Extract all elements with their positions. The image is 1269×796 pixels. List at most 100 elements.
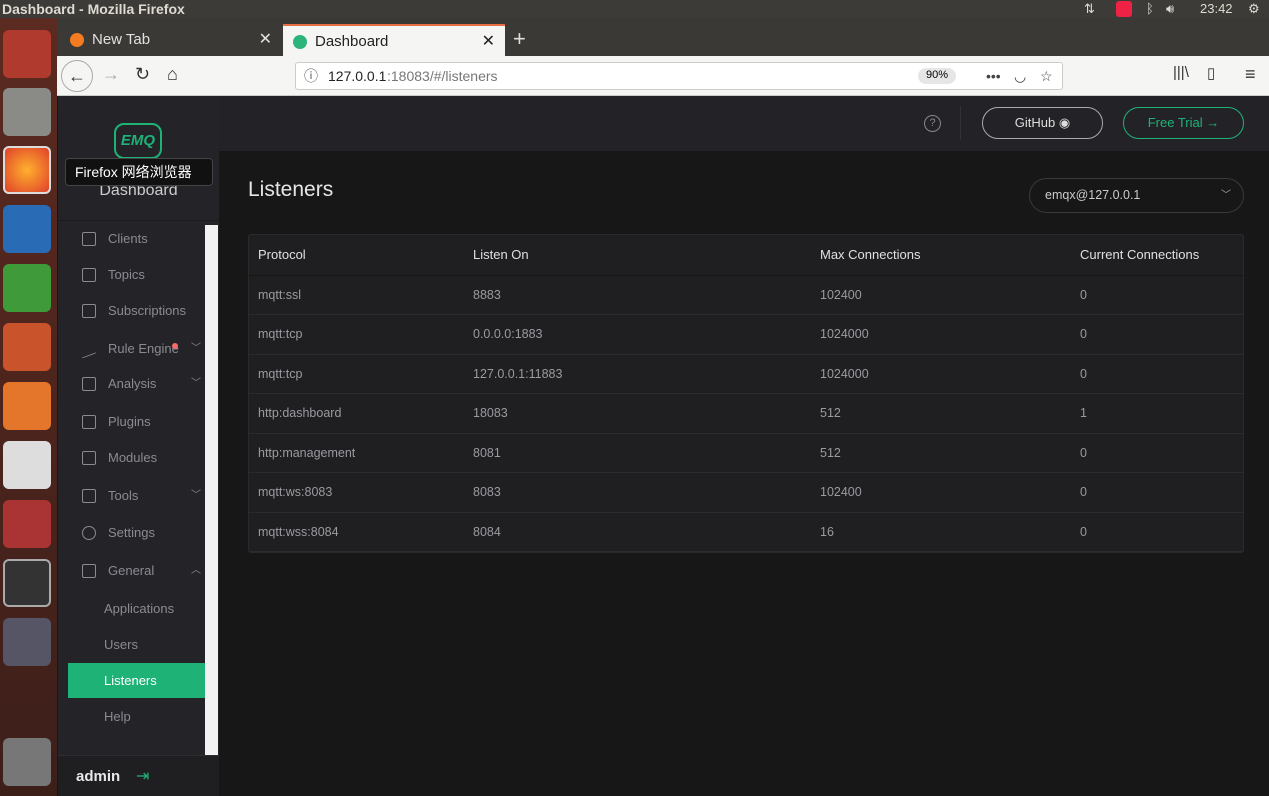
table-cell: 0 bbox=[1071, 314, 1243, 355]
rule-engine-icon bbox=[82, 339, 96, 359]
table-cell: mqtt:wss:8084 bbox=[249, 512, 464, 552]
power-gear-icon[interactable]: ⚙ bbox=[1248, 0, 1260, 18]
impress-icon[interactable] bbox=[3, 323, 51, 371]
pocket-icon[interactable]: ◡ bbox=[1014, 63, 1026, 89]
url-bar[interactable]: ⓘ 127.0.0.1 :18083/#/listeners 90% ••• ◡… bbox=[295, 62, 1063, 90]
page-title: Listeners bbox=[248, 178, 334, 201]
free-trial-button[interactable]: Free Trial → bbox=[1123, 107, 1244, 139]
emq-logo: EMQ bbox=[114, 123, 162, 159]
table-cell: 8883 bbox=[464, 275, 811, 315]
analysis-icon bbox=[82, 377, 96, 391]
table-cell: mqtt:ssl bbox=[249, 275, 464, 315]
zoom-level[interactable]: 90% bbox=[918, 68, 957, 84]
hamburger-menu-icon[interactable]: ≡ bbox=[1245, 64, 1256, 85]
ubuntu-launcher bbox=[0, 18, 57, 796]
system-settings-icon[interactable] bbox=[3, 500, 51, 548]
forward-icon[interactable]: → bbox=[102, 64, 120, 85]
sidebar-item-plugins[interactable]: Plugins bbox=[58, 405, 205, 439]
bluetooth-icon[interactable]: ᛒ bbox=[1146, 0, 1154, 18]
files-icon[interactable] bbox=[3, 88, 51, 136]
bookmark-star-icon[interactable]: ☆ bbox=[1040, 63, 1053, 89]
back-icon[interactable]: ← bbox=[61, 60, 93, 92]
node-select[interactable]: emqx@127.0.0.1 ﹀ bbox=[1029, 178, 1244, 213]
column-header[interactable]: Max Connections bbox=[811, 235, 1071, 276]
table-cell: 1024000 bbox=[811, 314, 1071, 355]
chevron-down-icon: ﹀ bbox=[1221, 190, 1231, 201]
table-row: mqtt:tcp 0.0.0.0:1883 1024000 0 bbox=[249, 314, 1243, 355]
logout-icon[interactable]: ⇥ bbox=[136, 766, 149, 786]
clock[interactable]: 23:42 bbox=[1200, 0, 1233, 18]
column-header[interactable]: Protocol bbox=[249, 235, 464, 276]
subscriptions-icon bbox=[82, 304, 96, 318]
url-path: :18083/#/listeners bbox=[387, 68, 498, 84]
volume-icon[interactable]: 🔊︎ bbox=[1166, 0, 1174, 18]
sidebar-toggle-icon[interactable]: ▯ bbox=[1207, 64, 1215, 82]
github-button[interactable]: GitHub ◉ bbox=[982, 107, 1103, 139]
sidebar-item-rule-engine[interactable]: Rule Engine ﹀ bbox=[58, 332, 205, 366]
column-header[interactable]: Listen On bbox=[464, 235, 811, 276]
table-cell: 16 bbox=[811, 512, 1071, 552]
table-cell: mqtt:tcp bbox=[249, 314, 464, 355]
software-center-icon[interactable] bbox=[3, 382, 51, 430]
sidebar-subitem-users[interactable]: Users bbox=[68, 627, 205, 662]
notification-badge bbox=[172, 343, 178, 349]
table-cell: 0 bbox=[1071, 472, 1243, 513]
amazon-icon[interactable] bbox=[3, 441, 51, 489]
sidebar-item-topics[interactable]: Topics bbox=[58, 258, 205, 292]
terminal-icon[interactable] bbox=[3, 559, 51, 607]
close-icon[interactable]: ✕ bbox=[482, 26, 495, 58]
firefox-icon bbox=[70, 33, 84, 47]
emq-favicon-icon bbox=[293, 35, 307, 49]
home-icon[interactable]: ⌂ bbox=[167, 64, 178, 85]
trash-icon[interactable] bbox=[3, 738, 51, 786]
sidebar-item-settings[interactable]: Settings bbox=[58, 516, 205, 550]
sidebar-item-analysis[interactable]: Analysis ﹀ bbox=[58, 367, 205, 401]
sidebar-item-clients[interactable]: Clients bbox=[58, 222, 205, 256]
table-row: mqtt:tcp 127.0.0.1:11883 1024000 0 bbox=[249, 354, 1243, 394]
table-cell: 0 bbox=[1071, 433, 1243, 473]
table-cell: 0 bbox=[1071, 275, 1243, 315]
close-icon[interactable]: ✕ bbox=[259, 24, 272, 56]
ubuntu-dash-icon[interactable] bbox=[3, 30, 51, 78]
sidebar-subitem-applications[interactable]: Applications bbox=[68, 591, 205, 626]
input-method-icon[interactable] bbox=[1116, 1, 1132, 17]
help-icon[interactable]: ? bbox=[924, 115, 941, 132]
table-row: mqtt:wss:8084 8084 16 0 bbox=[249, 512, 1243, 552]
chevron-down-icon: ﹀ bbox=[191, 490, 201, 501]
sidebar: EMQ Dashboard Clients Topics Subscriptio… bbox=[58, 96, 219, 796]
table-cell: http:dashboard bbox=[249, 393, 464, 434]
sidebar-item-modules[interactable]: Modules bbox=[58, 441, 205, 475]
sidebar-item-subscriptions[interactable]: Subscriptions bbox=[58, 294, 205, 328]
firefox-icon[interactable] bbox=[3, 146, 51, 194]
table-cell: 0 bbox=[1071, 512, 1243, 552]
reload-icon[interactable]: ↻ bbox=[135, 64, 150, 85]
sidebar-item-tools[interactable]: Tools ﹀ bbox=[58, 479, 205, 513]
sidebar-item-general[interactable]: General ︿ bbox=[58, 554, 205, 588]
general-icon bbox=[82, 564, 96, 578]
library-icon[interactable]: |||\ bbox=[1173, 64, 1189, 81]
sidebar-scrollbar[interactable] bbox=[205, 225, 218, 755]
tab-dashboard[interactable]: Dashboard ✕ bbox=[283, 24, 505, 56]
page-actions-icon[interactable]: ••• bbox=[986, 63, 1001, 89]
new-tab-plus-icon[interactable]: + bbox=[513, 26, 526, 52]
table-row: mqtt:ws:8083 8083 102400 0 bbox=[249, 472, 1243, 513]
table-row: http:management 8081 512 0 bbox=[249, 433, 1243, 473]
chevron-down-icon: ﹀ bbox=[191, 343, 201, 354]
table-cell: 8083 bbox=[464, 472, 811, 513]
column-header[interactable]: Current Connections bbox=[1071, 235, 1243, 276]
nav-bar: ← → ↻ ⌂ ⓘ 127.0.0.1 :18083/#/listeners 9… bbox=[57, 56, 1269, 96]
node-select-value: emqx@127.0.0.1 bbox=[1045, 188, 1141, 202]
calc-icon[interactable] bbox=[3, 264, 51, 312]
network-icon[interactable]: ⇅ bbox=[1084, 0, 1095, 18]
sidebar-subitem-listeners[interactable]: Listeners bbox=[68, 663, 205, 698]
plugins-icon bbox=[82, 415, 96, 429]
tab-new-tab[interactable]: New Tab ✕ bbox=[60, 24, 282, 56]
sidebar-subitem-help[interactable]: Help bbox=[68, 699, 205, 734]
updater-icon[interactable] bbox=[3, 618, 51, 666]
writer-icon[interactable] bbox=[3, 205, 51, 253]
table-header-row: Protocol Listen On Max Connections Curre… bbox=[249, 235, 1243, 276]
table-cell: 102400 bbox=[811, 472, 1071, 513]
info-icon[interactable]: ⓘ bbox=[304, 63, 318, 89]
table-cell: mqtt:tcp bbox=[249, 354, 464, 394]
table-cell: 8084 bbox=[464, 512, 811, 552]
